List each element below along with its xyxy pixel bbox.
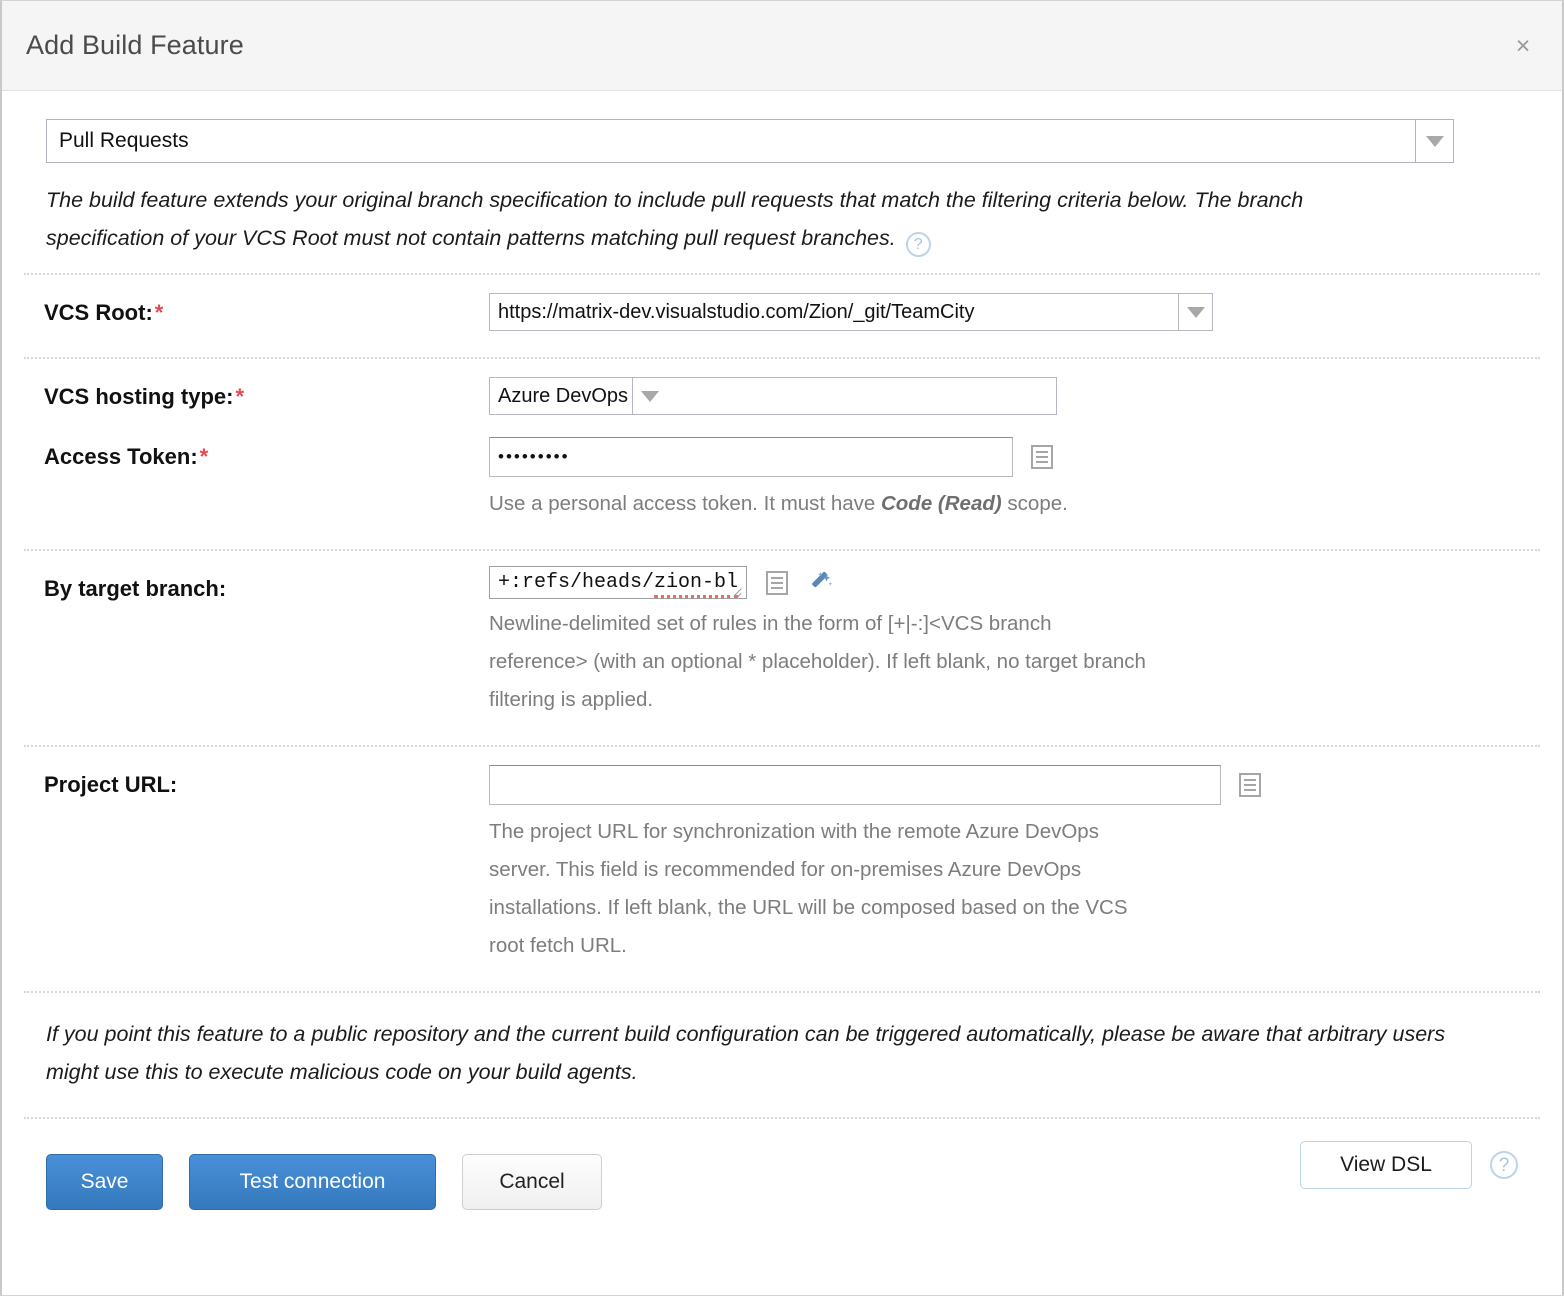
list-icon[interactable] [1239, 773, 1261, 797]
project-url-control: The project URL for synchronization with… [489, 765, 1540, 965]
list-icon[interactable] [1031, 445, 1053, 469]
feature-type-select[interactable]: Pull Requests [46, 119, 1454, 163]
chevron-down-icon [1426, 136, 1444, 147]
field-row-project-url: Project URL: The project URL for synchro… [24, 747, 1540, 975]
chevron-down-icon [641, 391, 659, 402]
by-target-branch-textarea[interactable]: +:refs/heads/zion-bl [489, 566, 747, 599]
security-warning: If you point this feature to a public re… [24, 993, 1494, 1091]
by-target-branch-hint: Newline-delimited set of rules in the fo… [489, 605, 1149, 719]
required-marker: * [235, 384, 244, 409]
help-icon[interactable]: ? [906, 232, 931, 257]
vcs-root-label-text: VCS Root: [44, 300, 153, 325]
dialog-footer: Save Test connection Cancel View DSL ? [24, 1119, 1540, 1227]
project-url-hint: The project URL for synchronization with… [489, 813, 1149, 965]
access-token-label-text: Access Token: [44, 444, 198, 469]
help-icon[interactable]: ? [1490, 1151, 1518, 1179]
intro-text: The build feature extends your original … [46, 188, 1303, 250]
field-row-vcs-hosting-type: VCS hosting type:* Azure DevOps [24, 359, 1540, 425]
vcs-root-dropdown-button[interactable] [1178, 294, 1212, 330]
feature-type-dropdown-button[interactable] [1415, 120, 1453, 162]
field-row-by-target-branch: By target branch: +:refs/heads/zion-bl [24, 551, 1540, 729]
vcs-root-control: https://matrix-dev.visualstudio.com/Zion… [489, 293, 1540, 331]
chevron-down-icon [1187, 307, 1205, 318]
vcs-root-value: https://matrix-dev.visualstudio.com/Zion… [490, 294, 1178, 330]
project-url-label: Project URL: [24, 765, 489, 965]
access-token-hint-bold: Code (Read) [881, 492, 1002, 515]
by-target-branch-label: By target branch: [24, 569, 489, 719]
vcs-hosting-type-label: VCS hosting type:* [24, 377, 489, 415]
field-row-vcs-root: VCS Root:* https://matrix-dev.visualstud… [24, 275, 1540, 341]
access-token-label: Access Token:* [24, 437, 489, 523]
field-row-access-token: Access Token:* ••••••••• Use a personal … [24, 425, 1540, 533]
vcs-hosting-type-label-text: VCS hosting type: [44, 384, 233, 409]
by-target-branch-value-prefix: +:refs/heads/ [498, 571, 654, 594]
project-url-input[interactable] [489, 765, 1221, 805]
cancel-button[interactable]: Cancel [462, 1154, 602, 1210]
magic-wand-icon[interactable] [808, 569, 836, 597]
access-token-input[interactable]: ••••••••• [489, 437, 1013, 477]
test-connection-button[interactable]: Test connection [189, 1154, 436, 1210]
by-target-branch-textarea-wrap: +:refs/heads/zion-bl [489, 569, 747, 597]
vcs-hosting-type-select[interactable]: Azure DevOps [489, 377, 1057, 415]
intro-description: The build feature extends your original … [24, 181, 1444, 257]
by-target-branch-value-misspelled: zion-bl [654, 571, 738, 598]
footer-right-group: View DSL ? [1300, 1137, 1518, 1193]
access-token-hint-suffix: scope. [1002, 492, 1068, 515]
page-title: Add Build Feature [26, 30, 244, 61]
access-token-hint: Use a personal access token. It must hav… [489, 485, 1129, 523]
close-icon[interactable]: × [1510, 33, 1536, 59]
feature-type-value: Pull Requests [47, 120, 1415, 162]
by-target-branch-label-text: By target branch: [44, 576, 226, 601]
access-token-control: ••••••••• Use a personal access token. I… [489, 437, 1540, 523]
vcs-hosting-type-dropdown-button[interactable] [632, 378, 666, 414]
vcs-hosting-type-control: Azure DevOps [489, 377, 1540, 415]
project-url-label-text: Project URL: [44, 772, 177, 797]
vcs-hosting-type-value: Azure DevOps [490, 378, 632, 414]
required-marker: * [155, 300, 164, 325]
save-button[interactable]: Save [46, 1154, 163, 1210]
vcs-root-label: VCS Root:* [24, 293, 489, 331]
feature-type-row: Pull Requests [24, 91, 1540, 181]
view-dsl-button[interactable]: View DSL [1300, 1141, 1472, 1189]
required-marker: * [200, 444, 209, 469]
by-target-branch-control: +:refs/heads/zion-bl Newline-delimite [489, 569, 1540, 719]
vcs-root-select[interactable]: https://matrix-dev.visualstudio.com/Zion… [489, 293, 1213, 331]
add-build-feature-dialog: Add Build Feature × Pull Requests The bu… [0, 0, 1564, 1296]
access-token-hint-prefix: Use a personal access token. It must hav… [489, 492, 881, 515]
dialog-body: Pull Requests The build feature extends … [2, 91, 1562, 1295]
list-icon[interactable] [766, 571, 788, 595]
dialog-header: Add Build Feature × [2, 1, 1562, 91]
